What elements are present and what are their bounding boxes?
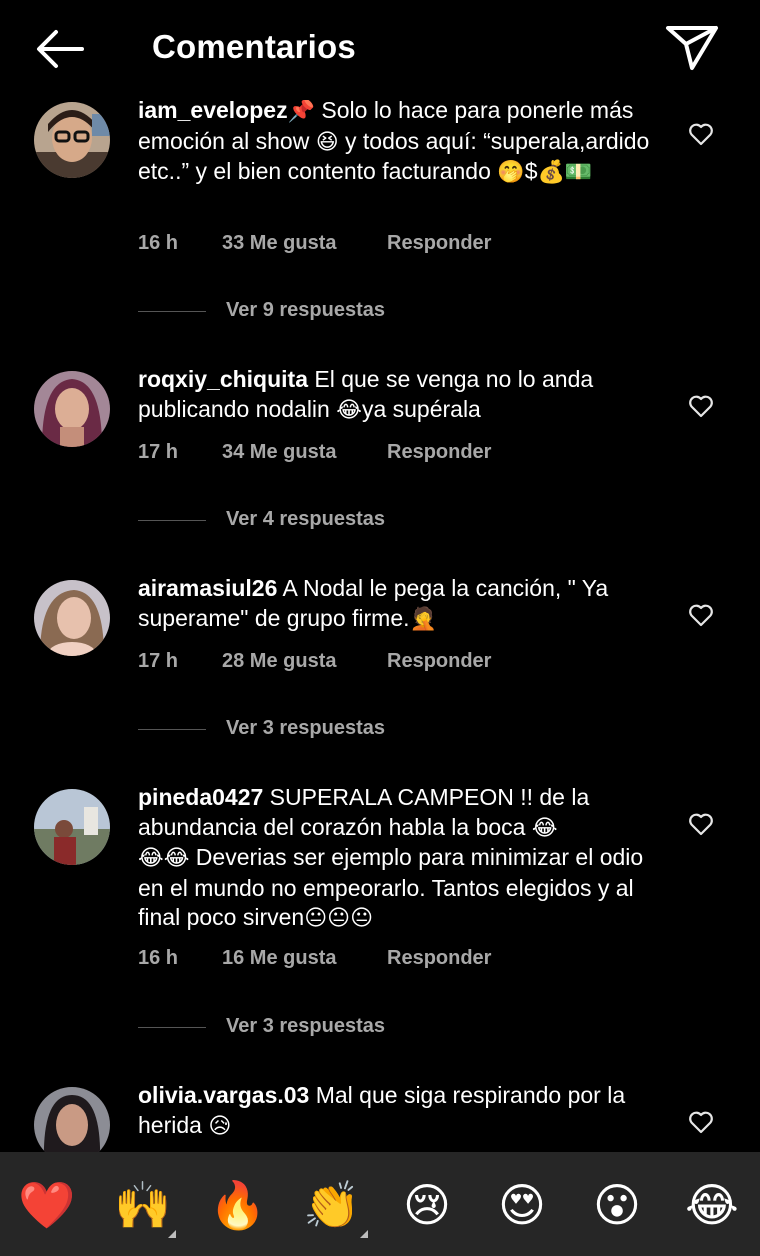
tears-of-joy-emoji: 😂 (531, 815, 558, 841)
reply-button[interactable]: Responder (387, 441, 491, 464)
send-icon[interactable] (664, 22, 720, 72)
comment-likes[interactable]: 33 Me gusta (222, 232, 336, 255)
view-replies[interactable]: Ver 9 respuestas (138, 299, 538, 323)
replies-divider (138, 1027, 206, 1028)
comment-time: 17 h (138, 650, 179, 672)
reply-button[interactable]: Responder (387, 232, 491, 255)
cash-emoji: 💵 (564, 160, 593, 185)
view-replies[interactable]: Ver 3 respuestas (138, 1015, 538, 1039)
comment-text: olivia.vargas.03 Mal que siga respirando… (138, 1081, 658, 1141)
reply-button[interactable]: Responder (387, 650, 491, 673)
comment-body-continued: Deverias ser ejemplo para minimizar el o… (138, 844, 644, 930)
view-replies-label[interactable]: Ver 9 respuestas (226, 299, 385, 322)
comment-likes[interactable]: 16 Me gusta (222, 947, 336, 970)
like-heart-icon[interactable] (688, 603, 714, 627)
emoji-reaction-bar: ❤️ 🙌 🔥 👏 😢 😍 😮 😂 (0, 1152, 760, 1256)
crying-face-emoji-button[interactable]: 😢 (398, 1176, 456, 1234)
replies-divider (138, 520, 206, 521)
avatar[interactable] (34, 102, 110, 178)
fire-emoji-button[interactable]: 🔥 (209, 1176, 267, 1234)
surprised-face-emoji-button[interactable]: 😮 (588, 1176, 646, 1234)
skin-tone-indicator-icon (360, 1230, 368, 1238)
pin-emoji: 📌 (287, 100, 315, 124)
dollar-sign: $ (524, 158, 538, 184)
heart-eyes-emoji-button[interactable]: 😍 (493, 1176, 551, 1234)
comment-username[interactable]: iam_evelopez (138, 100, 288, 123)
comment-body-continued: ya supérala (361, 395, 481, 422)
comment-text: roqxiy_chiquita El que se venga no lo an… (138, 365, 658, 425)
top-bar: Comentarios (0, 0, 760, 100)
view-replies-label[interactable]: Ver 3 respuestas (226, 717, 385, 740)
tears-of-joy-emoji-button[interactable]: 😂 (683, 1176, 741, 1234)
view-replies-label[interactable]: Ver 4 respuestas (226, 508, 385, 531)
comment-username[interactable]: pineda0427 (138, 784, 263, 810)
comment-username[interactable]: airamasiul26 (138, 575, 277, 601)
raised-hands-emoji-button[interactable]: 🙌 (114, 1176, 172, 1234)
comment-time: 16 h (138, 232, 179, 254)
avatar[interactable] (34, 1087, 110, 1152)
replies-divider (138, 729, 206, 730)
comment-time: 16 h (138, 947, 179, 969)
comment-likes[interactable]: 34 Me gusta (222, 441, 336, 464)
clapping-hands-emoji-button[interactable]: 👏 (303, 1176, 361, 1234)
comment-time: 17 h (138, 441, 179, 463)
back-arrow-icon[interactable] (34, 26, 86, 72)
avatar[interactable] (34, 371, 110, 447)
view-replies[interactable]: Ver 4 respuestas (138, 508, 538, 532)
facepalm-emoji: 🤦 (409, 606, 437, 632)
red-heart-emoji-button[interactable]: ❤️ (18, 1176, 76, 1234)
avatar[interactable] (34, 789, 110, 865)
comment-username[interactable]: olivia.vargas.03 (138, 1082, 309, 1108)
comment-username[interactable]: roqxiy_chiquita (138, 366, 308, 392)
like-heart-icon[interactable] (688, 812, 714, 836)
sad-relieved-emoji: 😥 (208, 1113, 232, 1139)
reply-button[interactable]: Responder (387, 947, 491, 970)
like-heart-icon[interactable] (688, 122, 714, 146)
hush-emoji: 🤭 (497, 160, 525, 185)
like-heart-icon[interactable] (688, 394, 714, 418)
tears-of-joy-emoji: 😂 (336, 397, 362, 423)
like-heart-icon[interactable] (688, 1110, 714, 1134)
replies-divider (138, 311, 206, 312)
avatar[interactable] (34, 580, 110, 656)
comment-text: iam_evelopez📌 Solo lo hace para ponerle … (138, 100, 658, 188)
laugh-emoji: 😆 (315, 129, 339, 155)
comment-text: pineda0427 SUPERALA CAMPEON !! de la abu… (138, 783, 658, 934)
comment-likes[interactable]: 28 Me gusta (222, 650, 336, 673)
neutral-face-emojis: 😐😐😐 (304, 906, 374, 931)
view-replies[interactable]: Ver 3 respuestas (138, 717, 538, 741)
skin-tone-indicator-icon (168, 1230, 176, 1238)
view-replies-label[interactable]: Ver 3 respuestas (226, 1015, 385, 1038)
tears-of-joy-emoji-pair: 😂😂 (138, 846, 190, 871)
money-bag-emoji: 💰 (537, 160, 565, 185)
comments-list[interactable]: iam_evelopez📌 Solo lo hace para ponerle … (0, 100, 760, 1152)
page-title: Comentarios (152, 28, 356, 65)
comment-text: airamasiul26 A Nodal le pega la canción,… (138, 574, 658, 634)
